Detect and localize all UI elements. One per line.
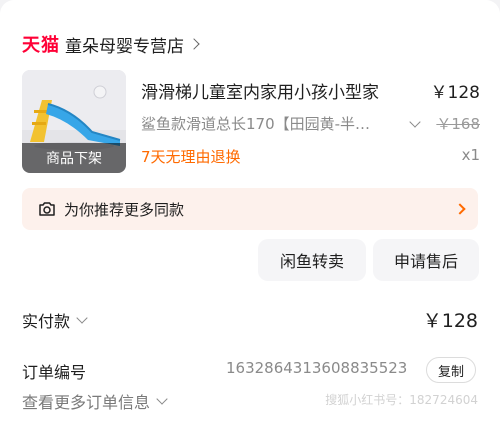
product-title[interactable]: 滑滑梯儿童室内家用小孩小型家 bbox=[141, 78, 411, 103]
more-order-info[interactable]: 查看更多订单信息 bbox=[22, 389, 168, 413]
order-card: 天猫 童朵母婴专营店 商品下架 滑滑梯儿童室内家用小孩小型家 ￥128 鲨鱼款滑… bbox=[0, 0, 500, 421]
store-name: 童朵母婴专营店 bbox=[65, 36, 184, 57]
sku-text: 鲨鱼款滑道总长170【田园黄-半… bbox=[141, 115, 371, 133]
copy-button[interactable]: 复制 bbox=[426, 357, 476, 383]
tmall-logo: 天猫 bbox=[22, 35, 60, 56]
chevron-right-icon bbox=[188, 38, 200, 50]
product-sku[interactable]: 鲨鱼款滑道总长170【田园黄-半… bbox=[141, 113, 421, 134]
product-status-overlay: 商品下架 bbox=[22, 143, 126, 173]
product-thumbnail[interactable]: 商品下架 bbox=[22, 70, 126, 173]
camera-icon bbox=[39, 202, 55, 216]
resell-button[interactable]: 闲鱼转卖 bbox=[258, 239, 366, 281]
recommend-label: 为你推荐更多同款 bbox=[64, 200, 185, 219]
more-order-info-text: 查看更多订单信息 bbox=[22, 393, 151, 412]
payment-label-text: 实付款 bbox=[22, 312, 71, 331]
store-header[interactable]: 天猫 童朵母婴专营店 bbox=[22, 30, 200, 58]
order-number-value: 1632864313608835523 bbox=[226, 359, 408, 377]
order-number-label: 订单编号 bbox=[22, 363, 87, 382]
original-price: ￥168 bbox=[436, 115, 480, 133]
payment-value: ￥128 bbox=[422, 310, 478, 332]
product-price: ￥128 bbox=[430, 83, 480, 103]
chevron-down-icon bbox=[409, 115, 421, 128]
payment-label[interactable]: 实付款 bbox=[22, 308, 88, 332]
quantity: x1 bbox=[461, 146, 480, 164]
chevron-down-icon bbox=[156, 393, 168, 405]
chevron-down-icon bbox=[76, 312, 88, 324]
after-sale-button[interactable]: 申请售后 bbox=[373, 239, 479, 281]
return-policy: 7天无理由退换 bbox=[141, 148, 241, 166]
recommend-similar-bar[interactable]: 为你推荐更多同款 bbox=[22, 188, 478, 230]
watermark: 搜狐小红书号：182724604 bbox=[325, 393, 478, 407]
chevron-right-icon bbox=[454, 203, 466, 215]
